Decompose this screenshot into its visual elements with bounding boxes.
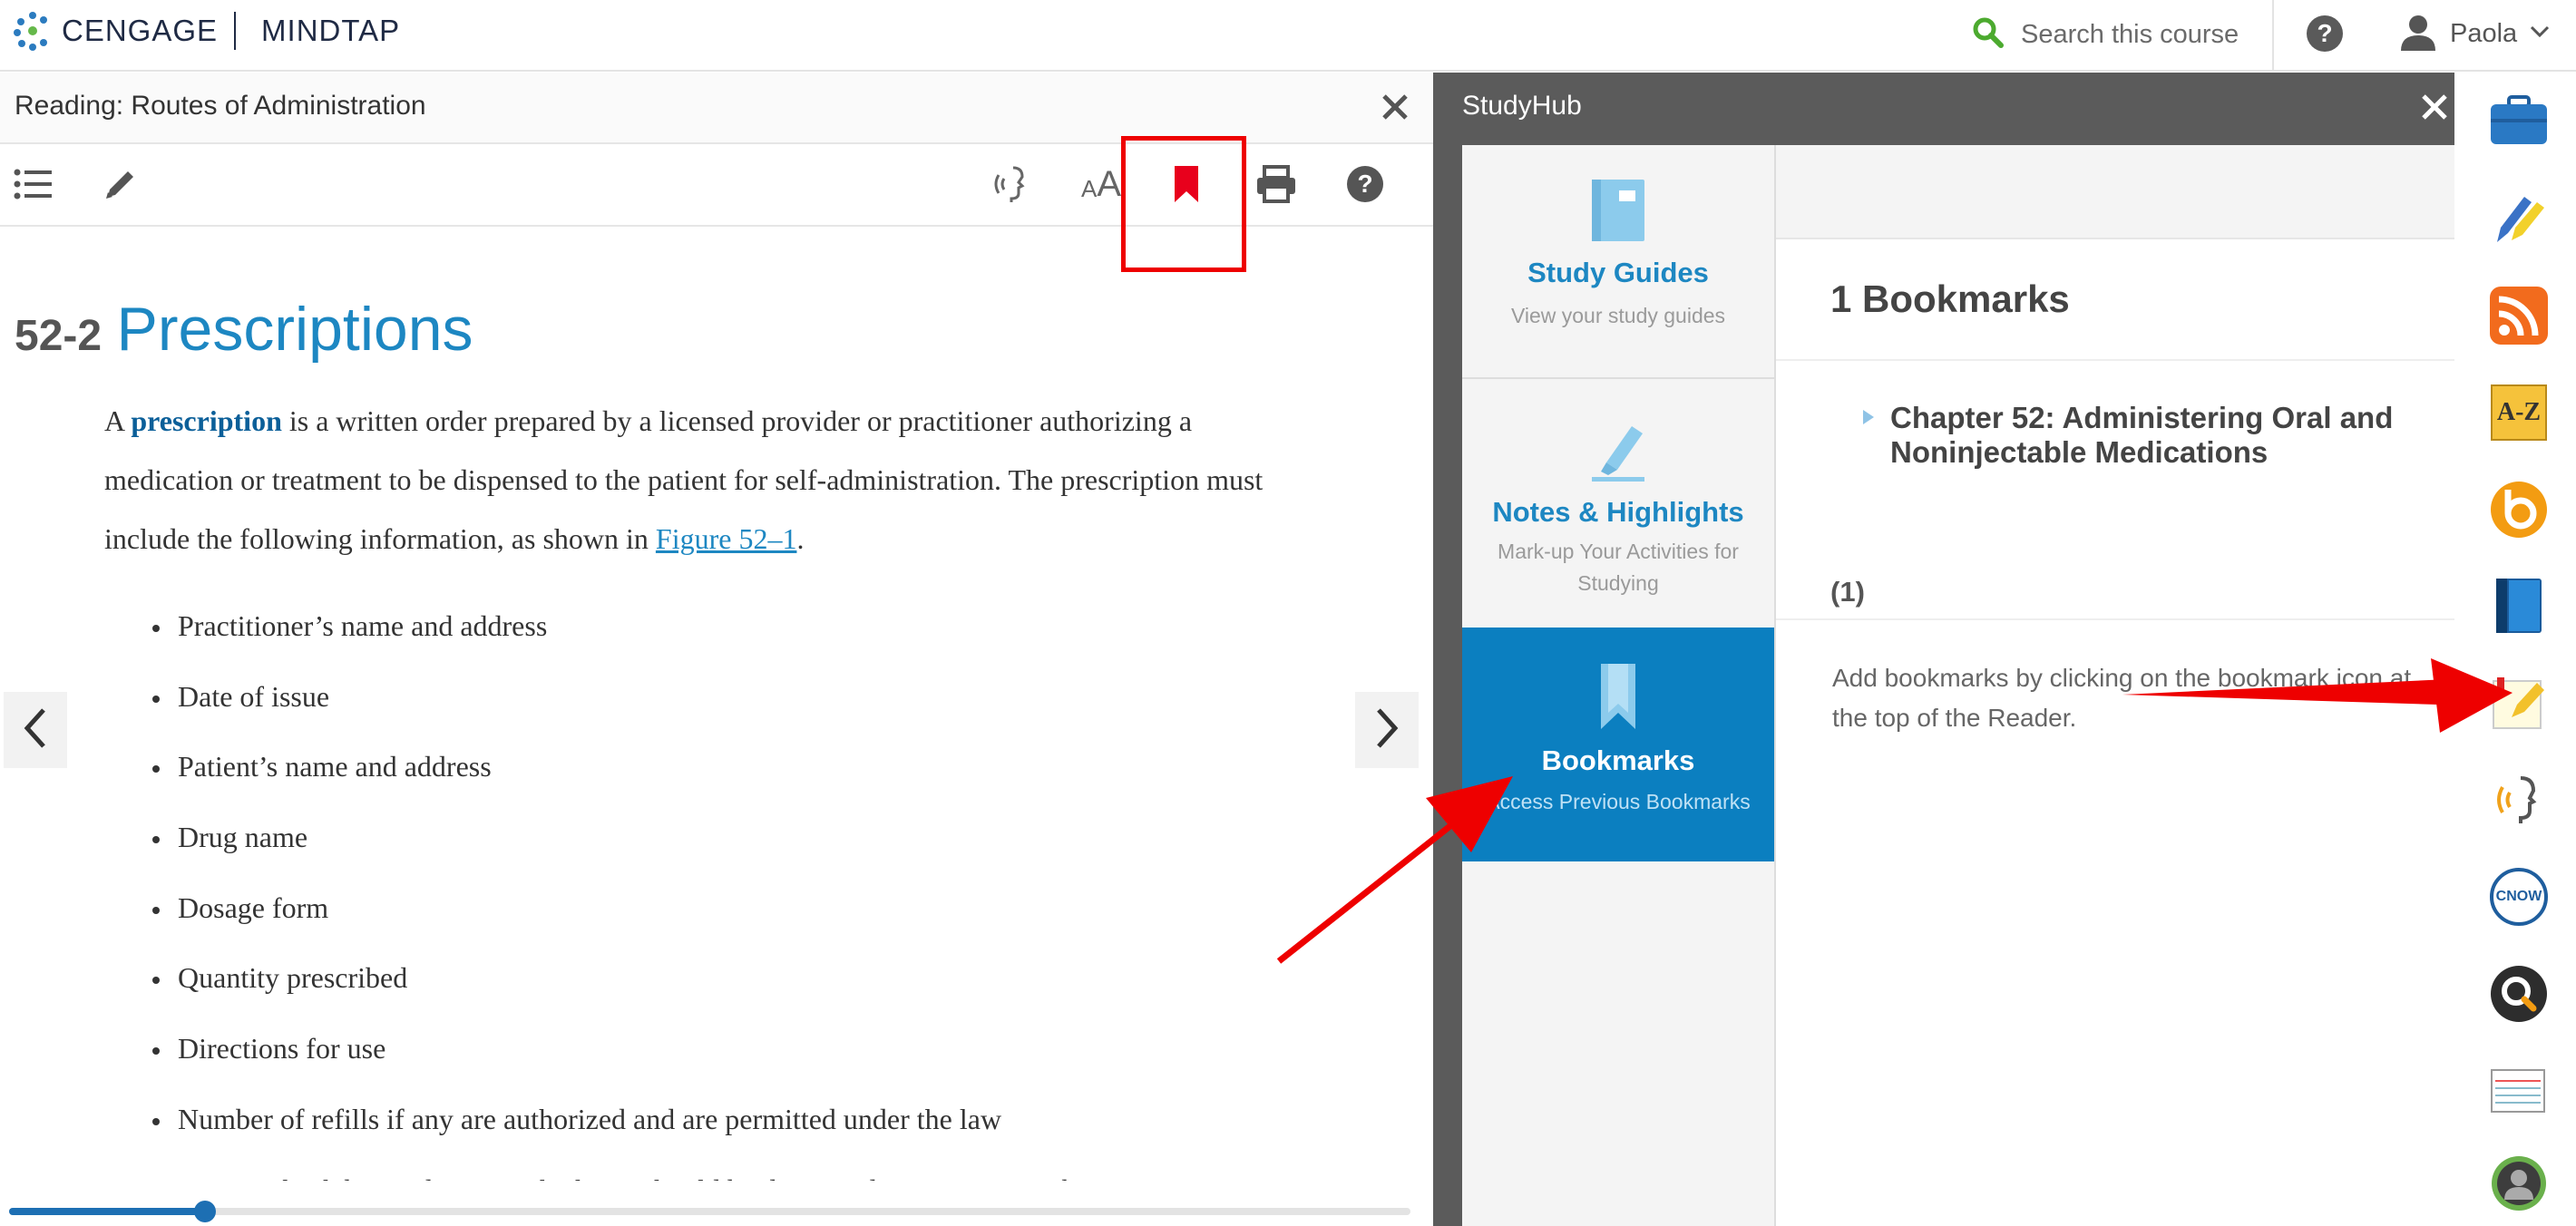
studyhub-body: Study Guides View your study guides Note… xyxy=(1462,145,2454,1226)
read-speaker-icon[interactable] xyxy=(2487,768,2551,832)
search-icon xyxy=(1972,16,2005,54)
reading-progress-bar[interactable] xyxy=(9,1201,1410,1222)
bookmarks-heading: 1 Bookmarks xyxy=(1830,277,2070,320)
list-item: Patient’s name and address xyxy=(145,732,1342,803)
progress-handle[interactable] xyxy=(194,1201,217,1222)
book-icon[interactable] xyxy=(2487,574,2551,637)
divider xyxy=(1776,618,2454,620)
chevron-right-icon xyxy=(1375,707,1399,754)
print-icon[interactable] xyxy=(1254,161,1299,207)
search-label: Search this course xyxy=(2021,19,2239,49)
studyhub-panel: StudyHub Study Guides View your study gu… xyxy=(1433,73,2454,1226)
play-app-icon[interactable] xyxy=(2487,478,2551,541)
cengage-mindtap-logo[interactable]: CENGAGE MINDTAP xyxy=(13,11,400,51)
help-icon[interactable]: ? xyxy=(2307,15,2343,52)
list-item: Line or check box indicating whether it … xyxy=(145,1155,1342,1182)
flashcards-icon[interactable] xyxy=(2487,1058,2551,1122)
text-size-icon[interactable]: A A xyxy=(1074,161,1128,207)
list-item: Quantity prescribed xyxy=(145,943,1342,1014)
tab-notes-highlights[interactable]: Notes & Highlights Mark-up Your Activiti… xyxy=(1462,381,1774,626)
studyhub-nav: Study Guides View your study guides Note… xyxy=(1462,145,1776,1226)
briefcase-icon[interactable] xyxy=(2487,89,2551,152)
read-aloud-icon[interactable] xyxy=(989,161,1034,207)
bookmark-count: (1) xyxy=(1830,576,1865,608)
bookmark-chapter-title: Chapter 52: Administering Oral and Nonin… xyxy=(1890,401,2394,469)
section-name: Prescriptions xyxy=(116,295,473,364)
user-menu[interactable]: Paola xyxy=(2399,11,2550,56)
cengage-logo-icon xyxy=(13,11,53,51)
tab-notes-highlights-sub: Mark-up Your Activities for Studying xyxy=(1498,540,1739,595)
reader-toolbar: A A ? xyxy=(0,136,1433,272)
list-item: Number of refills if any are authorized … xyxy=(145,1085,1342,1155)
reader-panel: Reading: Routes of Administration A A ? xyxy=(0,73,1433,1226)
tab-study-guides-sub: View your study guides xyxy=(1510,304,1726,327)
bookmarks-content-header xyxy=(1776,145,2454,239)
search-course-button[interactable]: Search this course xyxy=(1972,13,2239,56)
reader-article: 52-2 Prescriptions A prescription is a w… xyxy=(0,229,1433,1181)
rss-icon[interactable] xyxy=(2487,284,2551,347)
cnow-label: CNOW xyxy=(2490,868,2548,926)
study-guide-icon xyxy=(1586,178,1650,248)
tab-notes-highlights-label: Notes & Highlights xyxy=(1492,496,1744,528)
bookmark-ribbon-icon xyxy=(1595,662,1641,735)
top-bar: CENGAGE MINDTAP Search this course ? Pao… xyxy=(0,0,2576,72)
brand-cengage: CENGAGE xyxy=(62,14,219,47)
tab-bookmarks-sub: Access Previous Bookmarks xyxy=(1486,790,1751,813)
section-title: 52-2 Prescriptions xyxy=(15,294,473,365)
chevron-down-icon xyxy=(2530,25,2550,43)
para-text-start: A xyxy=(104,404,132,437)
glossary-label: A-Z xyxy=(2491,384,2547,441)
reader-title: Reading: Routes of Administration xyxy=(15,91,426,121)
glossary-az-icon[interactable]: A-Z xyxy=(2487,381,2551,444)
bookmarks-hint: Add bookmarks by clicking on the bookmar… xyxy=(1832,664,2412,732)
close-studyhub-icon[interactable] xyxy=(2415,87,2454,127)
previous-page-button[interactable] xyxy=(4,692,67,768)
svg-text:?: ? xyxy=(1357,170,1372,198)
next-page-button[interactable] xyxy=(1355,692,1419,768)
list-icon[interactable] xyxy=(11,161,56,207)
tab-bookmarks[interactable]: Bookmarks Access Previous Bookmarks xyxy=(1462,628,1774,861)
user-icon xyxy=(2399,13,2437,55)
brand-divider xyxy=(234,12,237,50)
text-size-large: A xyxy=(1097,163,1122,204)
avatar-icon[interactable] xyxy=(2487,1152,2551,1215)
divider xyxy=(1776,359,2454,361)
studyhub-notepad-icon[interactable] xyxy=(2487,671,2551,735)
figure-link[interactable]: Figure 52–1 xyxy=(656,522,797,555)
help-icon[interactable]: ? xyxy=(1342,161,1388,207)
pencil-icon[interactable] xyxy=(98,161,143,207)
list-item: Drug name xyxy=(145,803,1342,873)
reader-header: Reading: Routes of Administration xyxy=(0,73,1433,144)
expand-triangle-icon[interactable] xyxy=(1863,410,1874,424)
bookmarks-content: 1 Bookmarks Chapter 52: Administering Or… xyxy=(1776,145,2454,1226)
list-item: Date of issue xyxy=(145,662,1342,733)
header-divider xyxy=(2272,0,2274,72)
tab-bookmarks-label: Bookmarks xyxy=(1541,744,1695,776)
progress-fill xyxy=(9,1208,206,1215)
list-item: Practitioner’s name and address xyxy=(145,591,1342,662)
chevron-left-icon xyxy=(24,707,47,754)
cnow-icon[interactable]: CNOW xyxy=(2487,865,2551,929)
app-dock: A-Z CNOW xyxy=(2454,73,2576,1226)
close-reader-icon[interactable] xyxy=(1375,87,1415,127)
tab-study-guides[interactable]: Study Guides View your study guides xyxy=(1462,145,1774,379)
brand-mindtap: MINDTAP xyxy=(261,14,401,47)
pen-highlighter-icon[interactable] xyxy=(2487,187,2551,250)
para-text-end: . xyxy=(796,522,805,555)
highlighter-icon xyxy=(1586,419,1650,487)
section-number: 52-2 xyxy=(15,312,102,360)
list-item: Dosage form xyxy=(145,873,1342,944)
studyhub-title: StudyHub xyxy=(1462,91,1582,121)
user-name: Paola xyxy=(2450,18,2518,48)
prescription-requirements-list: Practitioner’s name and address Date of … xyxy=(145,591,1342,1181)
text-size-small: A xyxy=(1080,174,1098,202)
quiz-search-icon[interactable] xyxy=(2487,962,2551,1026)
list-item: Directions for use xyxy=(145,1014,1342,1085)
tab-study-guides-label: Study Guides xyxy=(1527,257,1709,288)
article-paragraph: A prescription is a written order prepar… xyxy=(104,392,1320,569)
prescription-term-link[interactable]: prescription xyxy=(131,404,282,437)
